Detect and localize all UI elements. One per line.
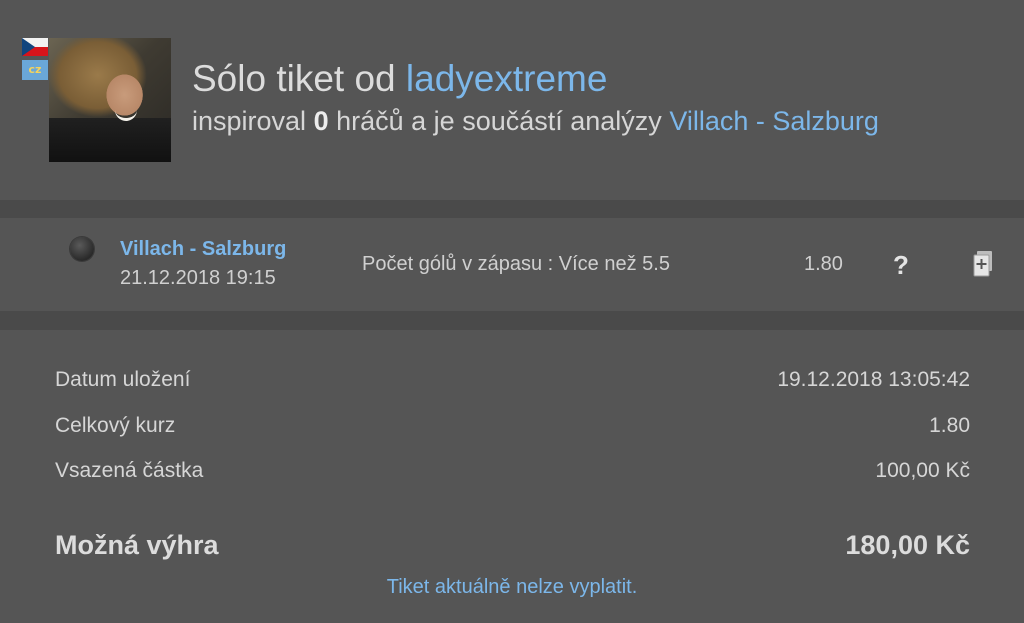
status-dot-icon bbox=[70, 237, 94, 261]
analysis-link[interactable]: Villach - Salzburg bbox=[669, 106, 879, 136]
possible-win-label: Možná výhra bbox=[55, 530, 219, 560]
summary-label-date: Datum uložení bbox=[55, 368, 191, 391]
summary-label-stake: Vsazená částka bbox=[55, 459, 204, 482]
czech-flag-icon bbox=[22, 38, 48, 56]
payout-note: Tiket aktuálně nelze vyplatit. bbox=[386, 576, 638, 598]
match-date: 21.12.2018 19:15 bbox=[120, 267, 276, 289]
username-link[interactable]: ladyextreme bbox=[406, 58, 608, 99]
possible-win-value: 180,00 Kč bbox=[845, 530, 970, 560]
subtitle-prefix: inspiroval bbox=[192, 106, 307, 136]
lang-badge: cz bbox=[22, 60, 48, 80]
page-title: Sólo tiket od ladyextreme bbox=[192, 58, 607, 100]
avatar[interactable] bbox=[49, 38, 171, 162]
match-link[interactable]: Villach - Salzburg bbox=[120, 238, 286, 261]
bet-type: Počet gólů v zápasu : Více než 5.5 bbox=[362, 253, 670, 275]
page-subtitle: inspiroval 0 hráčů a je součástí analýzy… bbox=[192, 106, 879, 137]
title-prefix: Sólo tiket od bbox=[192, 58, 396, 99]
inspired-count: 0 bbox=[313, 106, 329, 136]
copy-ticket-icon[interactable] bbox=[972, 250, 994, 278]
bet-odds: 1.80 bbox=[804, 253, 843, 275]
summary-value-date: 19.12.2018 13:05:42 bbox=[777, 368, 970, 391]
summary-value-stake: 100,00 Kč bbox=[875, 459, 970, 482]
help-icon[interactable]: ? bbox=[893, 250, 909, 281]
subtitle-middle: hráčů a je součástí analýzy bbox=[336, 106, 662, 136]
summary-value-odds: 1.80 bbox=[929, 414, 970, 437]
summary-label-odds: Celkový kurz bbox=[55, 414, 176, 437]
